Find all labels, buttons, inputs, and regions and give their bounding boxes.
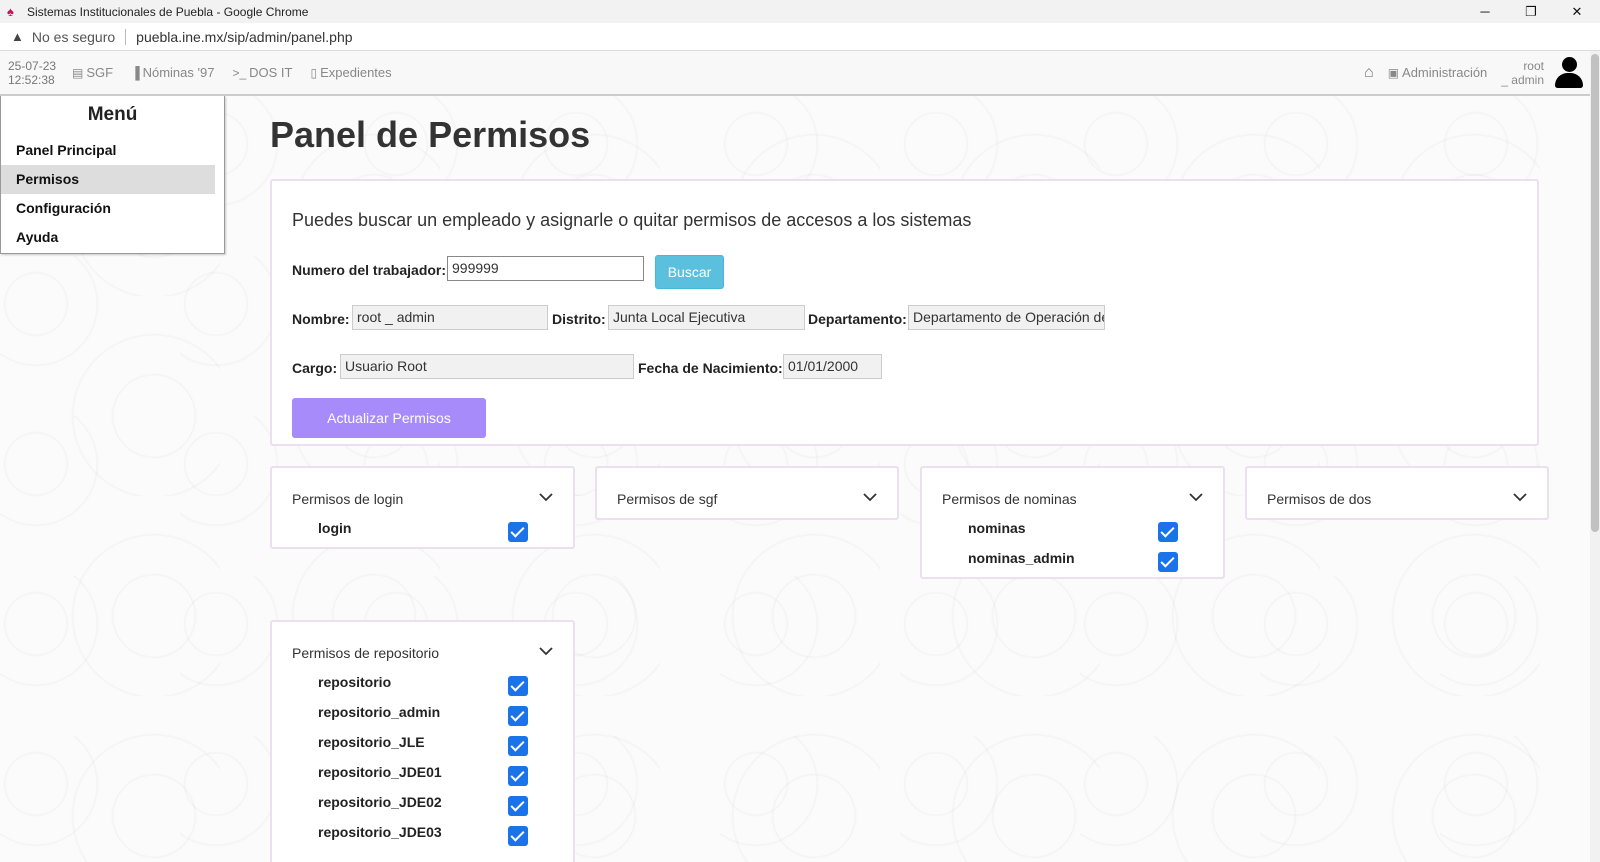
employee-search-card: Puedes buscar un empleado y asignarle o … xyxy=(270,179,1539,446)
menu-item-configuracion[interactable]: Configuración xyxy=(1,194,215,223)
perm-item-label: nominas_admin xyxy=(968,550,1075,566)
perm-item-label: login xyxy=(318,520,352,536)
departamento-field[interactable]: Departamento de Operación de xyxy=(908,305,1105,330)
perm-item-label: repositorio xyxy=(318,674,392,690)
nav-link-expedientes[interactable]: ▯ Expedientes xyxy=(310,65,391,80)
perm-checkbox-repositorio-jde01[interactable] xyxy=(508,766,528,786)
nav-link-label: Expedientes xyxy=(320,65,392,80)
perm-item-label: repositorio_JDE03 xyxy=(318,824,442,840)
scrollbar[interactable] xyxy=(1590,51,1600,862)
perm-item-label: repositorio_JDE02 xyxy=(318,794,442,810)
numero-label: Numero del trabajador: xyxy=(292,262,447,278)
document-list-icon: ▤ xyxy=(72,65,84,80)
chevron-down-icon[interactable] xyxy=(537,488,555,506)
user-name-line1: root xyxy=(1523,58,1544,73)
browser-titlebar: ♠ Sistemas Institucionales de Puebla - G… xyxy=(0,0,1600,23)
clock-time: 12:52:38 xyxy=(8,72,55,87)
perm-checkbox-repositorio-jle[interactable] xyxy=(508,736,528,756)
nav-link-label: SGF xyxy=(86,65,114,80)
nav-link-dos-it[interactable]: >_ DOS IT xyxy=(232,65,292,80)
nav-link-administracion[interactable]: ▣ Administración xyxy=(1388,65,1488,80)
menu-item-ayuda[interactable]: Ayuda xyxy=(1,223,215,252)
security-label[interactable]: No es seguro xyxy=(32,29,115,45)
page-title: Panel de Permisos xyxy=(270,114,591,155)
nav-link-nominas[interactable]: ▐ Nóminas '97 xyxy=(131,65,214,80)
site-favicon-icon: ♠ xyxy=(7,3,14,19)
menu-item-permisos[interactable]: Permisos xyxy=(1,165,215,194)
chevron-down-icon[interactable] xyxy=(1187,488,1205,506)
restore-icon[interactable]: ❐ xyxy=(1508,0,1554,23)
permisos-sgf-title[interactable]: Permisos de sgf xyxy=(617,491,717,507)
fecha-nacimiento-field[interactable]: 01/01/2000 xyxy=(783,354,882,379)
nav-link-label: Administración xyxy=(1402,65,1488,80)
cargo-label: Cargo: xyxy=(292,360,338,376)
app-navbar: 25-07-23 12:52:38 ▤ SGF ▐ Nóminas '97 >_… xyxy=(0,51,1590,96)
permisos-dos-card: Permisos de dos xyxy=(1245,466,1549,520)
intro-text: Puedes buscar un empleado y asignarle o … xyxy=(292,210,972,230)
perm-checkbox-login[interactable] xyxy=(508,522,528,542)
perm-item-label: repositorio_admin xyxy=(318,704,441,720)
permisos-repositorio-card: Permisos de repositorio repositorio repo… xyxy=(270,620,575,862)
perm-checkbox-repositorio-jde03[interactable] xyxy=(508,826,528,846)
distrito-field[interactable]: Junta Local Ejecutiva xyxy=(608,305,805,330)
departamento-label: Departamento: xyxy=(808,311,907,327)
buscar-button[interactable]: Buscar xyxy=(655,255,724,289)
menu-item-panel-principal[interactable]: Panel Principal xyxy=(1,136,215,165)
chevron-down-icon[interactable] xyxy=(861,488,879,506)
actualizar-permisos-button[interactable]: Actualizar Permisos xyxy=(292,398,486,438)
terminal-icon: >_ xyxy=(232,65,247,80)
nav-link-label: DOS IT xyxy=(249,65,293,80)
avatar-icon[interactable] xyxy=(1554,56,1584,89)
nombre-label: Nombre: xyxy=(292,311,350,327)
permisos-nominas-title[interactable]: Permisos de nominas xyxy=(942,491,1077,507)
warning-icon[interactable]: ▲ xyxy=(11,29,24,44)
home-icon[interactable]: ⌂ xyxy=(1364,64,1374,82)
divider xyxy=(125,28,127,45)
permisos-repositorio-title[interactable]: Permisos de repositorio xyxy=(292,645,439,661)
permisos-dos-title[interactable]: Permisos de dos xyxy=(1267,491,1371,507)
scrollbar-thumb[interactable] xyxy=(1591,54,1599,532)
permisos-login-card: Permisos de login login xyxy=(270,466,575,549)
close-icon[interactable]: ✕ xyxy=(1554,0,1600,23)
menu-title: Menú xyxy=(87,104,138,125)
perm-checkbox-nominas-admin[interactable] xyxy=(1158,552,1178,572)
numero-trabajador-input[interactable]: 999999 xyxy=(447,256,644,281)
fecha-label: Fecha de Nacimiento: xyxy=(638,360,783,376)
clock-date: 25-07-23 xyxy=(8,58,57,73)
clock: 25-07-23 12:52:38 xyxy=(8,59,72,87)
permisos-nominas-card: Permisos de nominas nominas nominas_admi… xyxy=(920,466,1225,579)
address-bar[interactable]: ▲ No es seguro puebla.ine.mx/sip/admin/p… xyxy=(0,23,1600,51)
user-name[interactable]: root _ admin xyxy=(1501,59,1544,87)
user-name-line2: _ admin xyxy=(1501,72,1544,87)
distrito-label: Distrito: xyxy=(552,311,606,327)
nav-link-sgf[interactable]: ▤ SGF xyxy=(72,65,113,80)
perm-item-label: nominas xyxy=(968,520,1026,536)
perm-checkbox-repositorio[interactable] xyxy=(508,676,528,696)
nav-link-label: Nóminas '97 xyxy=(142,65,215,80)
chevron-down-icon[interactable] xyxy=(537,642,555,660)
chevron-down-icon[interactable] xyxy=(1511,488,1529,506)
lock-icon: ▣ xyxy=(1387,65,1400,80)
window-controls: ─ ❐ ✕ xyxy=(1462,0,1600,23)
page-content: Menú Panel Principal Permisos Configurac… xyxy=(0,96,1590,862)
perm-checkbox-repositorio-admin[interactable] xyxy=(508,706,528,726)
perm-item-label: repositorio_JDE01 xyxy=(318,764,442,780)
side-menu: Menú Panel Principal Permisos Configurac… xyxy=(0,96,225,254)
bar-chart-icon: ▐ xyxy=(131,65,140,80)
permisos-login-title[interactable]: Permisos de login xyxy=(292,491,403,507)
nav-right: ⌂ ▣ Administración root _ admin xyxy=(1364,56,1590,89)
perm-checkbox-repositorio-jde02[interactable] xyxy=(508,796,528,816)
url-text[interactable]: puebla.ine.mx/sip/admin/panel.php xyxy=(136,29,352,45)
permisos-sgf-card: Permisos de sgf xyxy=(595,466,899,520)
nombre-field[interactable]: root _ admin xyxy=(352,305,548,330)
file-icon: ▯ xyxy=(310,65,318,80)
window-title: Sistemas Institucionales de Puebla - Goo… xyxy=(27,4,309,19)
perm-item-label: repositorio_JLE xyxy=(318,734,425,750)
minimize-icon[interactable]: ─ xyxy=(1462,0,1508,23)
cargo-field[interactable]: Usuario Root xyxy=(340,354,634,379)
perm-checkbox-nominas[interactable] xyxy=(1158,522,1178,542)
